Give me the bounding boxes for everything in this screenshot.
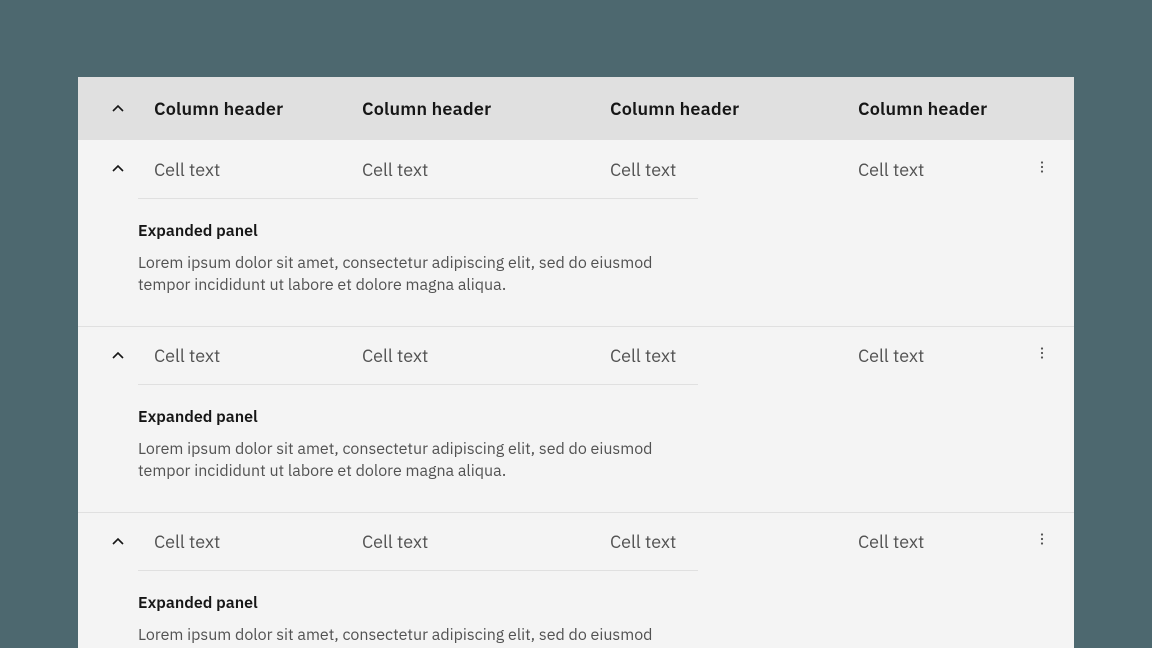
table-cell: Cell text — [858, 530, 1028, 553]
chevron-up-icon — [110, 161, 126, 177]
table-row: Cell text Cell text Cell text Cell text — [78, 512, 1074, 570]
table-cell: Cell text — [610, 344, 858, 367]
table-row: Cell text Cell text Cell text Cell text — [78, 326, 1074, 384]
expanded-panel-body: Lorem ipsum dolor sit amet, consectetur … — [138, 253, 698, 296]
row-overflow-menu[interactable] — [1028, 345, 1056, 366]
chevron-up-icon — [110, 534, 126, 550]
overflow-menu-icon — [1034, 159, 1050, 180]
expanded-panel: Expanded panel Lorem ipsum dolor sit ame… — [78, 198, 1074, 326]
table-cell: Cell text — [610, 530, 858, 553]
table-cell: Cell text — [154, 158, 362, 181]
expanded-panel-title: Expanded panel — [138, 221, 698, 241]
chevron-up-icon — [110, 101, 126, 117]
column-header[interactable]: Column header — [610, 97, 858, 120]
table-cell: Cell text — [362, 158, 610, 181]
row-expand-toggle[interactable] — [106, 534, 130, 550]
row-overflow-menu[interactable] — [1028, 159, 1056, 180]
overflow-menu-icon — [1034, 531, 1050, 552]
table-cell: Cell text — [858, 344, 1028, 367]
expand-all-toggle[interactable] — [106, 101, 130, 117]
table-header-row: Column header Column header Column heade… — [78, 77, 1074, 140]
expanded-panel-body: Lorem ipsum dolor sit amet, consectetur … — [138, 439, 698, 482]
expanded-panel: Expanded panel Lorem ipsum dolor sit ame… — [78, 384, 1074, 512]
overflow-menu-icon — [1034, 345, 1050, 366]
table-row: Cell text Cell text Cell text Cell text — [78, 140, 1074, 198]
data-table: Column header Column header Column heade… — [78, 77, 1074, 648]
table-cell: Cell text — [362, 530, 610, 553]
row-overflow-menu[interactable] — [1028, 531, 1056, 552]
row-expand-toggle[interactable] — [106, 348, 130, 364]
chevron-up-icon — [110, 348, 126, 364]
expanded-panel-title: Expanded panel — [138, 407, 698, 427]
column-header[interactable]: Column header — [154, 97, 362, 120]
expanded-panel-body: Lorem ipsum dolor sit amet, consectetur … — [138, 625, 698, 648]
row-expand-toggle[interactable] — [106, 161, 130, 177]
table-cell: Cell text — [610, 158, 858, 181]
column-header[interactable]: Column header — [362, 97, 610, 120]
table-cell: Cell text — [858, 158, 1028, 181]
table-cell: Cell text — [154, 344, 362, 367]
expanded-panel: Expanded panel Lorem ipsum dolor sit ame… — [78, 570, 1074, 648]
table-cell: Cell text — [362, 344, 610, 367]
column-header[interactable]: Column header — [858, 97, 1028, 120]
table-cell: Cell text — [154, 530, 362, 553]
expanded-panel-title: Expanded panel — [138, 593, 698, 613]
